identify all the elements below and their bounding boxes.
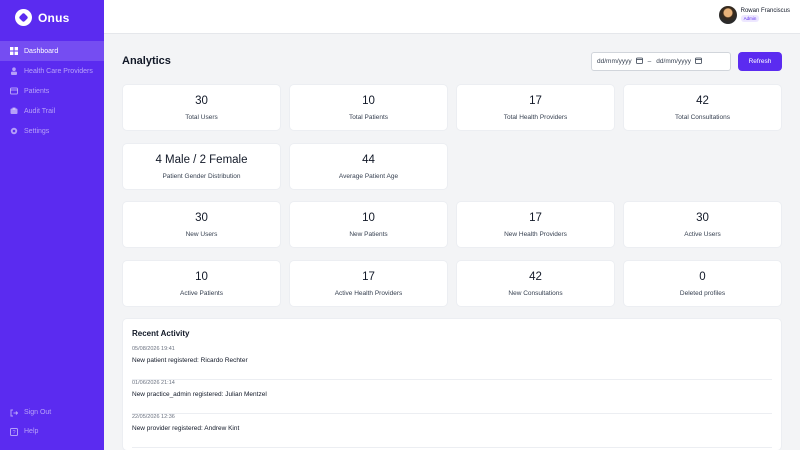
stat-label: Total Health Providers (503, 114, 568, 121)
sign-out-button[interactable]: Sign Out (0, 403, 104, 422)
stat-value: 17 (529, 212, 542, 224)
stat-label: Average Patient Age (338, 173, 399, 180)
help-icon: ? (9, 427, 18, 436)
dashboard-icon (9, 47, 18, 56)
stat-label: Active Users (684, 231, 721, 238)
provider-icon (9, 67, 18, 76)
sign-out-label: Sign Out (24, 409, 52, 416)
onus-logo-icon (15, 9, 32, 26)
activity-text: New patient registered: Ricardo Rechter (132, 357, 248, 364)
stat-card-total-health-providers: 17 Total Health Providers (457, 85, 614, 130)
stat-card-deleted-profiles: 0 Deleted profiles (624, 261, 781, 306)
activity-text: New provider registered: Andrew Kint (132, 425, 240, 432)
stat-card-new-users: 30 New Users (123, 202, 280, 247)
refresh-button[interactable]: Refresh (738, 52, 782, 71)
sidebar-item-label: Settings (24, 127, 50, 135)
sidebar-item-health-care-providers[interactable]: Health Care Providers (0, 61, 104, 81)
date-separator: – (647, 58, 652, 65)
stat-card-total-consultations: 42 Total Consultations (624, 85, 781, 130)
audit-icon (9, 107, 18, 116)
stat-label: Total Consultations (675, 114, 730, 121)
brand[interactable]: Onus (15, 9, 69, 26)
user-menu[interactable]: Rowan Franciscus Admin (718, 6, 790, 24)
stat-value: 10 (195, 271, 208, 283)
stat-label: Total Patients (348, 114, 389, 121)
activity-item: 22/05/2026 12:36 New provider registered… (132, 414, 772, 448)
activity-time: 05/08/2026 19:41 (132, 346, 175, 352)
sign-out-icon (9, 408, 18, 417)
brand-name: Onus (38, 10, 70, 25)
sidebar-item-audit-trail[interactable]: Audit Trail (0, 101, 104, 121)
user-name: Rowan Franciscus (740, 8, 790, 14)
stat-value: 44 (362, 154, 375, 166)
stat-card-active-patients: 10 Active Patients (123, 261, 280, 306)
stat-label: Total Users (185, 114, 218, 121)
activity-time: 01/06/2026 21:14 (132, 380, 175, 386)
topbar: Rowan Franciscus Admin (104, 0, 800, 34)
sidebar-item-label: Dashboard (24, 47, 59, 55)
recent-activity-panel: Recent Activity 05/08/2026 19:41 New pat… (123, 319, 781, 450)
calendar-icon[interactable] (695, 57, 702, 66)
stat-label: New Patients (349, 231, 388, 238)
svg-text:?: ? (12, 430, 15, 436)
sidebar-item-label: Health Care Providers (24, 67, 93, 75)
sidebar-item-dashboard[interactable]: Dashboard (0, 41, 104, 61)
stat-value: 10 (362, 212, 375, 224)
stat-label: Patient Gender Distribution (162, 173, 241, 180)
stat-value: 0 (699, 271, 706, 283)
stat-value: 30 (696, 212, 709, 224)
stat-label: Active Health Providers (334, 290, 403, 297)
stat-label: Active Patients (180, 290, 223, 297)
activity-item: 01/06/2026 21:14 New practice_admin regi… (132, 380, 772, 414)
page-title: Analytics (122, 55, 171, 67)
stat-value: 17 (529, 95, 542, 107)
date-to-input[interactable]: dd/mm/yyyy (656, 58, 691, 65)
sidebar-item-patients[interactable]: Patients (0, 81, 104, 101)
stat-value: 10 (362, 95, 375, 107)
avatar[interactable] (718, 6, 737, 24)
recent-activity-title: Recent Activity (132, 329, 190, 338)
stat-card-new-patients: 10 New Patients (290, 202, 447, 247)
stat-card-total-patients: 10 Total Patients (290, 85, 447, 130)
stat-card-average-patient-age: 44 Average Patient Age (290, 144, 447, 189)
stat-value: 4 Male / 2 Female (155, 154, 248, 166)
sidebar-item-settings[interactable]: Settings (0, 121, 104, 141)
sidebar-bottom-nav: Sign Out ? Help (0, 403, 104, 441)
sidebar: Onus Dashboard Health Care Providers Pat… (0, 0, 104, 450)
user-meta: Rowan Franciscus Admin (740, 8, 790, 22)
stat-value: 42 (529, 271, 542, 283)
activity-time: 22/05/2026 12:36 (132, 414, 175, 420)
stat-value: 17 (362, 271, 375, 283)
date-from-input[interactable]: dd/mm/yyyy (597, 58, 632, 65)
stat-card-active-users: 30 Active Users (624, 202, 781, 247)
help-button[interactable]: ? Help (0, 422, 104, 441)
role-badge: Admin (740, 15, 760, 22)
date-range-picker: dd/mm/yyyy – dd/mm/yyyy (591, 52, 731, 71)
patients-icon (9, 87, 18, 96)
sidebar-item-label: Patients (24, 87, 50, 95)
stat-label: Deleted profiles (679, 290, 726, 297)
stat-card-active-health-providers: 17 Active Health Providers (290, 261, 447, 306)
stat-card-gender-distribution: 4 Male / 2 Female Patient Gender Distrib… (123, 144, 280, 189)
activity-item: 05/08/2026 19:41 New patient registered:… (132, 346, 772, 380)
stat-card-total-users: 30 Total Users (123, 85, 280, 130)
stat-card-new-health-providers: 17 New Health Providers (457, 202, 614, 247)
stat-value: 42 (696, 95, 709, 107)
gear-icon (9, 127, 18, 136)
sidebar-item-label: Audit Trail (24, 107, 56, 115)
stat-value: 30 (195, 212, 208, 224)
sidebar-nav: Dashboard Health Care Providers Patients… (0, 41, 104, 141)
stat-label: New Users (185, 231, 218, 238)
stat-label: New Health Providers (504, 231, 567, 238)
stat-label: New Consultations (508, 290, 563, 297)
calendar-icon[interactable] (635, 57, 643, 66)
activity-text: New practice_admin registered: Julian Me… (132, 391, 267, 398)
stat-card-new-consultations: 42 New Consultations (457, 261, 614, 306)
stat-value: 30 (195, 95, 208, 107)
help-label: Help (24, 428, 39, 435)
